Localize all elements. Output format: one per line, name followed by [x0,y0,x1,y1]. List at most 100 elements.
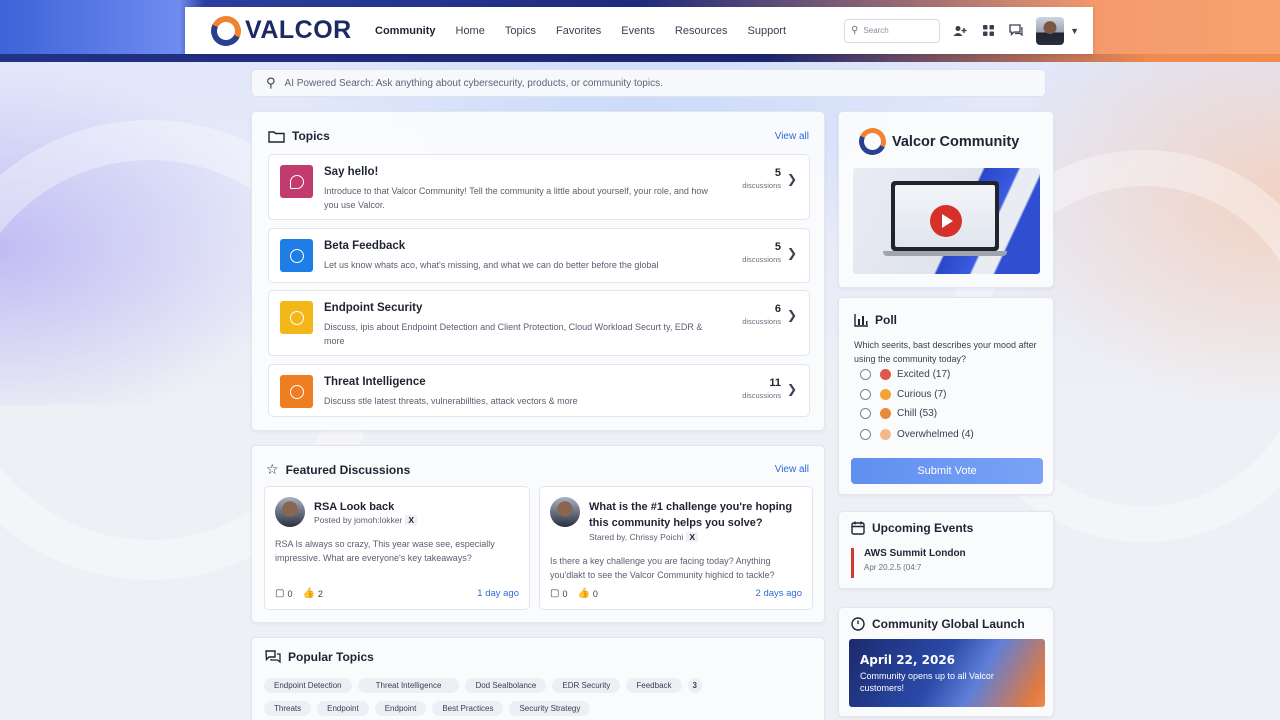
avatar [275,497,305,527]
chevron-right-icon: ❯ [786,246,797,260]
comments-count: 0 [287,588,293,599]
topic-description: Discuss stle latest threats, vulnerabill… [324,396,578,406]
poll-option[interactable]: Curious (7) [860,389,946,400]
tag-chip[interactable]: Endpoint Detection [264,678,352,693]
poll-option-label: Excited [897,369,930,380]
discussion-excerpt: RSA Is always so crazy, This year wase s… [275,539,495,563]
ai-search-input[interactable]: ⚲ AI Powered Search: Ask anything about … [251,69,1046,97]
nav-link-community[interactable]: Community [375,25,436,37]
add-user-icon[interactable] [952,23,968,39]
discussion-time: 2 days ago [755,588,802,599]
likes-stat[interactable]: 👍 0 [577,588,597,599]
poll-option[interactable]: Chill (53) [860,408,937,419]
poll-option-count: (7) [934,389,947,400]
tag-chip[interactable]: EDR Security [552,678,621,693]
featured-view-all-link[interactable]: View all [775,464,809,475]
topic-count-label: discussions [742,255,781,264]
poll-option-count: (17) [932,369,951,380]
discussion-card[interactable]: RSA Look back Posted by jomoh:lokker X RS… [264,486,530,610]
poll-option[interactable]: Overwhelmed (4) [860,429,974,440]
tag-chip[interactable]: Threats [264,701,312,716]
radio-button[interactable] [860,389,871,400]
launch-banner[interactable]: April 22, 2026 Community opens up to all… [849,639,1045,707]
thumbs-up-icon: 👍 [302,588,315,599]
chat-bubbles-icon[interactable] [1008,23,1024,39]
discussion-author: Stared by, Chrissy Poichi X [589,532,698,542]
community-card-title: Valcor Community [892,133,1020,150]
poll-card: Poll Which seerits, bast describes your … [838,297,1054,495]
event-item[interactable]: AWS Summit London Apr 20.2.5 (04:7 [851,548,966,578]
featured-title: Featured Discussions [285,462,411,477]
chill-emoji-icon [880,408,891,419]
video-thumbnail[interactable] [853,168,1040,274]
discussion-title: What is the #1 challenge you're hoping t… [589,501,793,529]
radio-button[interactable] [860,429,871,440]
tag-chip[interactable]: Dod Sealbolance [465,678,547,693]
topic-description: Introduce to that Valcor Community! Tell… [324,186,708,210]
clock-icon [851,617,865,631]
topic-title: Beta Feedback [324,240,406,252]
author-text: Stared by, Chrissy Poichi [589,532,684,542]
featured-discussions-card: ☆ Featured Discussions View all RSA Look… [251,445,825,623]
nav-link-events[interactable]: Events [621,25,655,37]
poll-option[interactable]: Excited (17) [860,369,950,380]
tag-chip[interactable]: 3 [687,678,702,693]
launch-text: Community opens up to all Valcor custome… [860,671,994,693]
events-title: Upcoming Events [872,521,974,535]
author-badge: X [405,515,418,525]
circle-icon [280,375,313,408]
likes-stat[interactable]: 👍 2 [302,588,322,599]
launch-title: Community Global Launch [872,617,1025,631]
discussion-excerpt: Is there a key challenge you are facing … [550,556,775,580]
topic-count: 11 [769,377,781,389]
tag-chip[interactable]: Security Strategy [509,701,591,716]
nav-search-placeholder: Search [863,26,889,35]
tag-chip[interactable]: Endpoint [317,701,369,716]
poll-option-label: Overwhelmed [897,429,959,440]
topic-description: Let us know whats aco, what's missing, a… [324,260,659,270]
nav-link-topics[interactable]: Topics [505,25,536,37]
radio-button[interactable] [860,408,871,419]
topic-card[interactable]: Threat Intelligence Discuss stle latest … [268,364,810,417]
topics-view-all-link[interactable]: View all [775,131,809,142]
nav-link-home[interactable]: Home [456,25,485,37]
discussion-author: Posted by jomoh:lokker X [314,515,418,525]
nav-link-favorites[interactable]: Favorites [556,25,601,37]
topic-card[interactable]: Endpoint Security Discuss, ipis about En… [268,290,810,356]
chevron-down-icon[interactable]: ▼ [1070,26,1079,36]
discussion-card[interactable]: What is the #1 challenge you're hoping t… [539,486,813,610]
discussion-icon [265,650,281,664]
topics-card: Topics View all Say hello! Introduce to … [251,111,825,431]
poll-option-label: Curious [897,389,932,400]
topic-card[interactable]: Say hello! Introduce to that Valcor Comm… [268,154,810,220]
topic-card[interactable]: Beta Feedback Let us know whats aco, wha… [268,228,810,283]
poll-option-count: (4) [961,429,974,440]
comments-stat[interactable]: ▢ 0 [550,588,567,599]
submit-vote-button[interactable]: Submit Vote [851,458,1043,484]
bar-chart-icon [854,313,868,327]
topic-title: Endpoint Security [324,302,423,314]
topic-count: 5 [774,241,781,253]
nav-link-resources[interactable]: Resources [675,25,728,37]
tag-chip[interactable]: Feedback [626,678,682,693]
tag-chip[interactable]: Best Practices [432,701,504,716]
topic-count-label: discussions [742,317,781,326]
apps-grid-icon[interactable] [980,23,996,39]
nav-search-input[interactable]: ⚲ Search [844,18,941,43]
poll-option-label: Chill [897,408,917,419]
chevron-right-icon: ❯ [786,382,797,396]
nav-actions: ⚲ Search ▼ [844,16,1079,45]
comments-stat[interactable]: ▢ 0 [275,588,292,599]
circle-icon [280,301,313,334]
play-icon[interactable] [930,205,962,237]
user-avatar[interactable] [1036,16,1065,45]
tag-chip[interactable]: Threat Intelligence [357,678,460,693]
nav-link-support[interactable]: Support [748,25,787,37]
tag-chip[interactable]: Endpoint [374,701,427,716]
brand-logo[interactable]: VALCOR [206,11,361,50]
chat-icon [280,165,313,198]
tag-cloud: Endpoint Detection Threat Intelligence D… [264,678,804,720]
popular-topics-card: Popular Topics Endpoint Detection Threat… [251,637,825,720]
calendar-icon [851,521,865,535]
radio-button[interactable] [860,369,871,380]
